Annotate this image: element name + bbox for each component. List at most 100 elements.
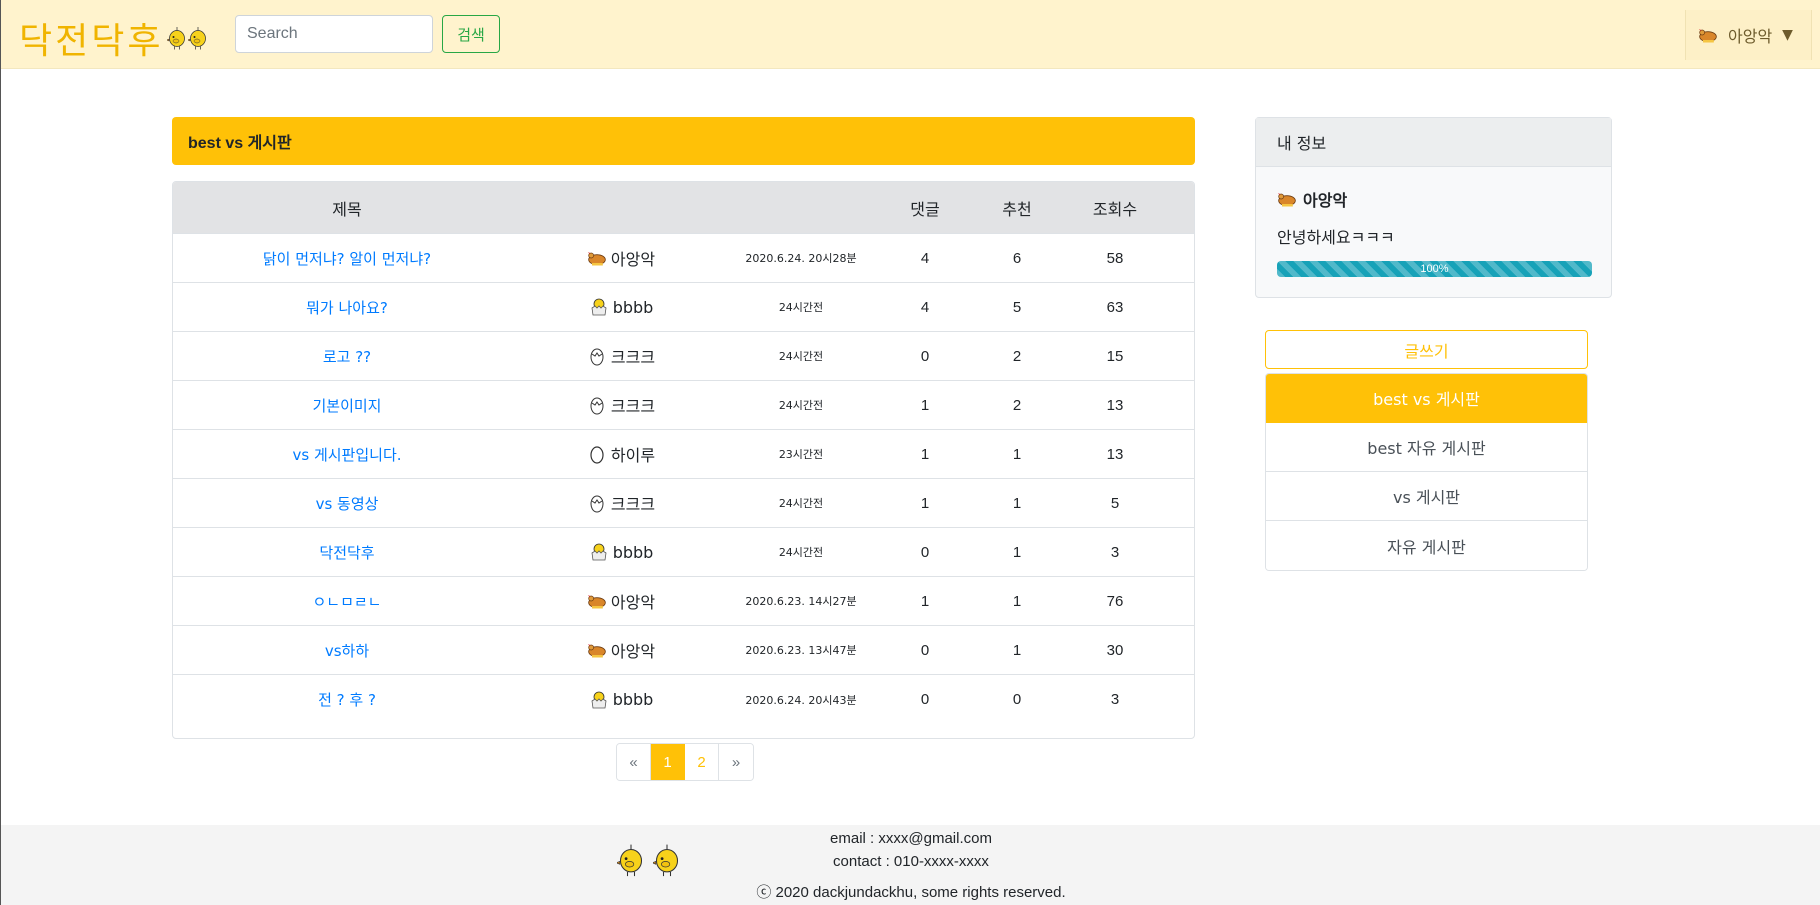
pagination: « 1 2 »	[616, 743, 754, 781]
post-title-cell: vs 동영상	[173, 493, 521, 514]
page-prev[interactable]: «	[617, 744, 651, 780]
post-author[interactable]: 아앙악	[521, 246, 721, 270]
post-title-link[interactable]: 닥전닥후	[319, 544, 374, 562]
post-comments: 0	[920, 347, 930, 365]
post-views: 13	[1106, 396, 1124, 414]
chicken-icon	[587, 591, 607, 611]
footer-contact: contact : 010-xxxx-xxxx	[833, 853, 989, 870]
post-date: 2020.6.23. 14시27분	[745, 595, 857, 608]
post-author[interactable]: 아앙악	[521, 638, 721, 662]
post-title-link[interactable]: vs 동영상	[316, 495, 379, 513]
write-post-button[interactable]: 글쓰기	[1265, 330, 1588, 369]
post-comments: 0	[920, 543, 930, 561]
post-title-cell: vs 게시판입니다.	[173, 444, 521, 465]
navbar: 닥전닥후 검색 아앙악 ▼	[1, 0, 1820, 69]
post-author[interactable]: 하이루	[521, 442, 721, 466]
my-info-card: 내 정보 아앙악 안녕하세요ㅋㅋㅋ 100%	[1255, 117, 1612, 298]
search-input[interactable]	[235, 15, 433, 53]
post-recommend: 5	[1012, 298, 1022, 316]
post-title-cell: 로고 ??	[173, 346, 521, 367]
column-title: 제목	[332, 199, 362, 219]
page-2[interactable]: 2	[685, 744, 719, 780]
post-title-link[interactable]: 로고 ??	[323, 348, 371, 366]
post-date: 2020.6.23. 13시47분	[745, 644, 857, 657]
post-author[interactable]: bbbb	[521, 542, 721, 562]
table-row[interactable]: 기본이미지 크크크 24시간전 1 2 13	[173, 381, 1194, 430]
post-author-name: 아앙악	[610, 250, 656, 269]
search-button[interactable]: 검색	[442, 15, 500, 53]
post-title-link[interactable]: vs 게시판입니다.	[292, 446, 401, 464]
brand-logo[interactable]: 닥전닥후	[19, 12, 208, 64]
level-progress-bar: 100%	[1277, 261, 1592, 277]
post-comments: 0	[920, 691, 930, 708]
post-author[interactable]: 크크크	[521, 393, 721, 417]
post-comments: 1	[920, 494, 930, 512]
table-row[interactable]: 닭이 먼저냐? 알이 먼저냐? 아앙악 2020.6.24. 20시28분 4 6 58	[173, 234, 1194, 283]
post-author[interactable]: 크크크	[521, 491, 721, 515]
post-title-link[interactable]: 기본이미지	[312, 397, 381, 415]
post-author-name: bbbb	[612, 690, 654, 709]
post-views: 63	[1106, 298, 1124, 316]
footer: email : xxxx@gmail.com contact : 010-xxx…	[1, 825, 1820, 905]
table-row[interactable]: vs하하 아앙악 2020.6.23. 13시47분 0 1 30	[173, 626, 1194, 675]
post-comments: 4	[920, 249, 930, 267]
post-comments: 1	[920, 592, 930, 610]
post-title-link[interactable]: vs하하	[325, 642, 369, 660]
post-date: 24시간전	[778, 497, 824, 510]
post-title-link[interactable]: 닭이 먼저냐? 알이 먼저냐?	[263, 250, 431, 268]
post-author-name: bbbb	[612, 542, 654, 562]
board-menu-item[interactable]: best 자유 게시판	[1266, 423, 1587, 472]
post-author-name: 크크크	[610, 495, 656, 514]
post-author[interactable]: 크크크	[521, 344, 721, 368]
post-recommend: 0	[1012, 691, 1022, 708]
table-row[interactable]: vs 동영상 크크크 24시간전 1 1 5	[173, 479, 1194, 528]
table-row[interactable]: ㅇㄴㅁㄹㄴ 아앙악 2020.6.23. 14시27분 1 1 76	[173, 577, 1194, 626]
post-title-link[interactable]: ㅇㄴㅁㄹㄴ	[312, 593, 381, 611]
caret-down-icon: ▼	[1782, 27, 1793, 43]
post-author[interactable]: 아앙악	[521, 589, 721, 613]
table-row[interactable]: 전 ? 후 ? bbbb 2020.6.24. 20시43분 0 0 3	[173, 675, 1194, 724]
my-info-message: 안녕하세요ㅋㅋㅋ	[1277, 228, 1395, 247]
board-menu-item[interactable]: vs 게시판	[1266, 472, 1587, 521]
board-menu-item[interactable]: best vs 게시판	[1266, 374, 1587, 423]
post-views: 15	[1106, 347, 1124, 365]
chicken-icon	[1698, 25, 1718, 45]
post-author-name: 크크크	[610, 397, 656, 416]
post-views: 30	[1106, 641, 1124, 659]
post-comments: 4	[920, 298, 930, 316]
post-author-name: 하이루	[610, 446, 656, 465]
cracked-egg-icon	[587, 493, 607, 513]
board-menu-item[interactable]: 자유 게시판	[1266, 521, 1587, 570]
table-body: 닭이 먼저냐? 알이 먼저냐? 아앙악 2020.6.24. 20시28분 4 6 58 뭐…	[173, 234, 1194, 724]
post-title-cell: 기본이미지	[173, 395, 521, 416]
column-views: 조회수	[1092, 199, 1138, 219]
table-row[interactable]: 닥전닥후 bbbb 24시간전 0 1 3	[173, 528, 1194, 577]
footer-copyright: ⓒ 2020 dackjundackhu, some rights reserv…	[756, 884, 1066, 901]
post-author[interactable]: bbbb	[521, 690, 721, 710]
post-views: 58	[1106, 249, 1124, 267]
post-recommend: 1	[1012, 445, 1022, 463]
post-recommend: 2	[1012, 347, 1022, 365]
page-1[interactable]: 1	[651, 744, 685, 780]
table-row[interactable]: 뭐가 나아요? bbbb 24시간전 4 5 63	[173, 283, 1194, 332]
post-author[interactable]: bbbb	[521, 297, 721, 317]
post-title-link[interactable]: 뭐가 나아요?	[306, 299, 388, 317]
cracked-egg-icon	[587, 346, 607, 366]
table-row[interactable]: vs 게시판입니다. 하이루 23시간전 1 1 13	[173, 430, 1194, 479]
user-menu-dropdown[interactable]: 아앙악 ▼	[1685, 10, 1812, 60]
post-title-link[interactable]: 전 ? 후 ?	[318, 691, 376, 709]
brand-title[interactable]: 닥전닥후	[19, 12, 163, 64]
page-next[interactable]: »	[719, 744, 753, 780]
table-row[interactable]: 로고 ?? 크크크 24시간전 0 2 15	[173, 332, 1194, 381]
chicken-icon	[587, 248, 607, 268]
footer-email: email : xxxx@gmail.com	[830, 830, 992, 847]
hatching-chick-icon	[589, 690, 609, 710]
hatching-chick-icon	[589, 542, 609, 562]
post-recommend: 6	[1012, 249, 1022, 267]
post-recommend: 1	[1012, 592, 1022, 610]
post-title-cell: 뭐가 나아요?	[173, 297, 521, 318]
post-title-cell: 닭이 먼저냐? 알이 먼저냐?	[173, 248, 521, 269]
post-date: 24시간전	[778, 350, 824, 363]
post-recommend: 1	[1012, 641, 1022, 659]
column-recommend: 추천	[1002, 199, 1032, 219]
